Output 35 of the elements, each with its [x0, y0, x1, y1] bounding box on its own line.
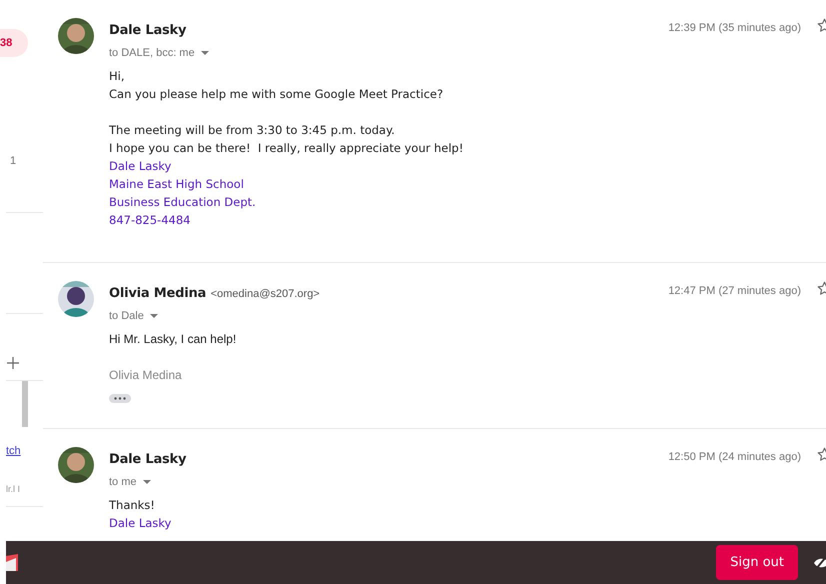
signature-text: Dale Lasky: [109, 514, 172, 532]
show-trimmed-button[interactable]: [109, 394, 131, 402]
body-text: Hi,: [109, 68, 126, 84]
body-text: Hi Mr. Lasky, I can help!: [109, 330, 238, 348]
signature-text: 847-825-4484: [109, 212, 192, 228]
signature-text: Olivia Medina: [109, 366, 183, 384]
more-icon: [114, 396, 126, 400]
body-text: The meeting will be from 3:30 to 3:45 p.m. today.: [109, 122, 396, 138]
item-count: 1: [10, 154, 16, 169]
body-text: Can you please help me with some Google Meet Practice?: [109, 86, 444, 102]
body-text: I hope you can be there! I really, really appreciate your help!: [109, 140, 464, 156]
timestamp: 12:47 PM (27 minutes ago): [668, 284, 801, 299]
signature-text: Business Education Dept.: [109, 194, 257, 210]
recipients-text: to Dale: [109, 309, 144, 324]
dropdown-icon[interactable]: [150, 314, 158, 318]
sender-name: Dale Lasky: [109, 23, 186, 38]
timestamp: 12:39 PM (35 minutes ago): [668, 21, 801, 36]
body-text: Thanks!: [109, 496, 156, 514]
scrollbar-thumb[interactable]: [22, 380, 28, 426]
snippet-text: lr.l I: [6, 484, 20, 494]
add-icon[interactable]: [7, 356, 19, 368]
sign-out-button[interactable]: Sign out: [716, 544, 798, 580]
recipients-text: to DALE, bcc: me: [109, 46, 195, 61]
recipients-text: to me: [109, 475, 137, 490]
sender-email: <omedina@s207.org>: [210, 288, 320, 300]
signature-text: Maine East High School: [109, 176, 245, 192]
sender-name: Dale Lasky: [109, 452, 186, 467]
dropdown-icon[interactable]: [142, 480, 151, 484]
link[interactable]: tch: [6, 444, 21, 456]
mail-icon[interactable]: [6, 554, 18, 572]
dropdown-icon[interactable]: [200, 51, 209, 56]
signature-text: Dale Lasky: [109, 158, 172, 174]
sender-name: Olivia Medina: [109, 286, 206, 301]
timestamp: 12:50 PM (24 minutes ago): [668, 450, 801, 465]
unread-count[interactable]: 38: [0, 29, 28, 57]
